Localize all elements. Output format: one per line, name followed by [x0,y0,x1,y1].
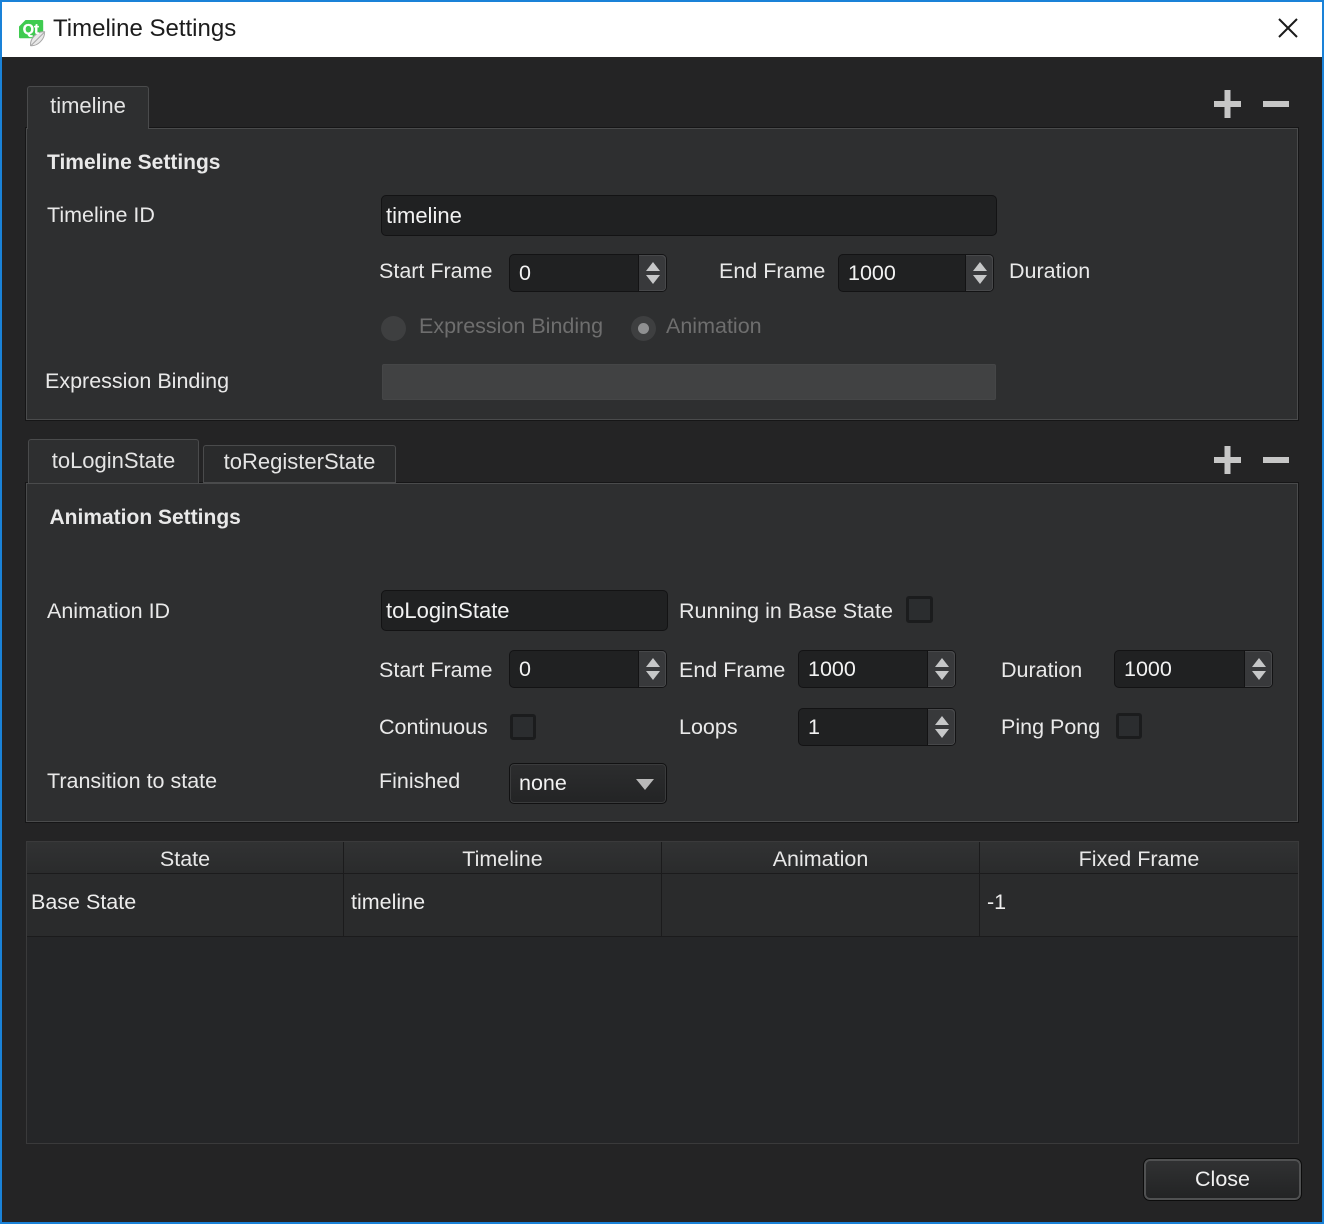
svg-text:Qt: Qt [23,22,39,38]
